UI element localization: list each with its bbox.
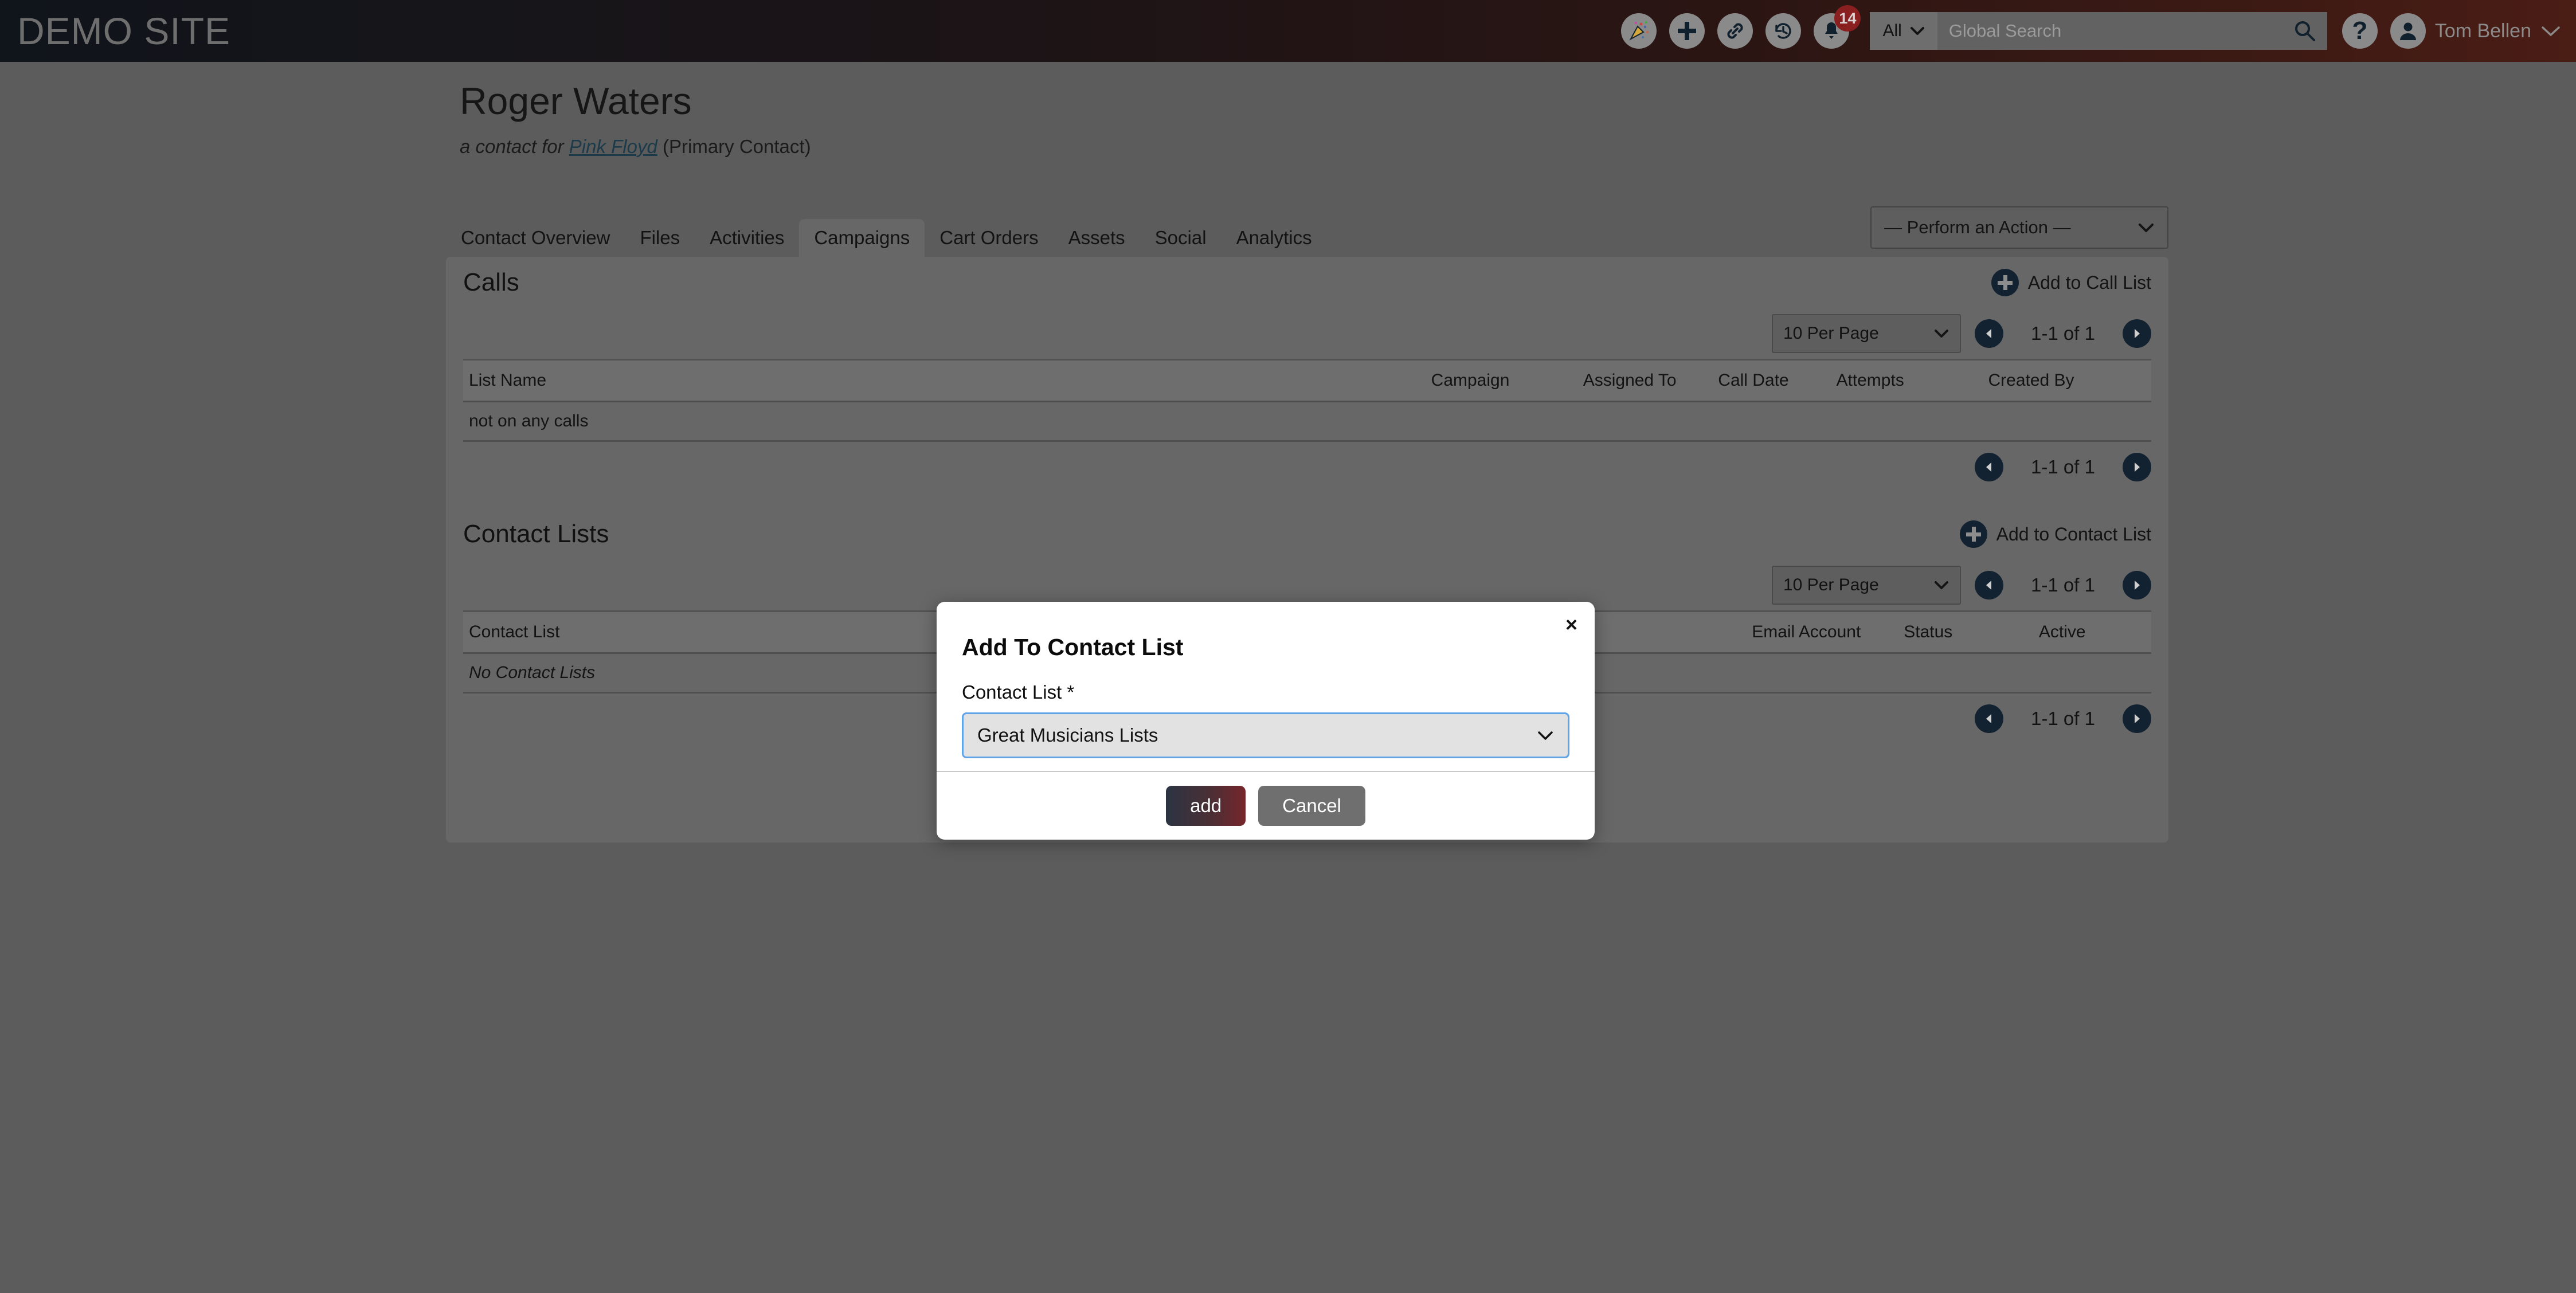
add-button[interactable]: add bbox=[1166, 786, 1246, 826]
tab-campaigns[interactable]: Campaigns bbox=[799, 219, 925, 258]
contact-lists-per-page-select[interactable]: 10 Per Page bbox=[1772, 566, 1961, 605]
avatar[interactable] bbox=[2390, 13, 2426, 49]
calls-table-wrapper: List Name Campaign Assigned To Call Date… bbox=[446, 359, 2168, 442]
contact-lists-page-range-top: 1-1 of 1 bbox=[2031, 574, 2095, 595]
tab-assets[interactable]: Assets bbox=[1054, 219, 1140, 258]
add-to-contact-list-dialog: × Add To Contact List Contact List * Gre… bbox=[937, 602, 1595, 840]
top-header-bar: DEMO SITE 14 All Global Search ? Tom Bel… bbox=[0, 0, 2576, 62]
calls-next-page-button[interactable] bbox=[2123, 319, 2151, 348]
tab-files[interactable]: Files bbox=[625, 219, 695, 258]
chevron-down-icon bbox=[1538, 731, 1553, 740]
col-attempts[interactable]: Attempts bbox=[1830, 359, 1983, 402]
tab-social[interactable]: Social bbox=[1140, 219, 1222, 258]
user-name-label: Tom Bellen bbox=[2434, 19, 2531, 42]
perform-action-select[interactable]: — Perform an Action — bbox=[1870, 206, 2168, 249]
chevron-down-icon bbox=[1935, 330, 1948, 338]
tab-activities[interactable]: Activities bbox=[695, 219, 799, 258]
tab-cart-orders[interactable]: Cart Orders bbox=[925, 219, 1053, 258]
contact-lists-prev-page-button[interactable] bbox=[1975, 571, 2003, 600]
calls-table: List Name Campaign Assigned To Call Date… bbox=[463, 359, 2151, 442]
calls-title: Calls bbox=[463, 268, 519, 296]
tab-navigation: Contact Overview Files Activities Campai… bbox=[446, 206, 2168, 258]
plus-circle-icon bbox=[1991, 269, 2019, 296]
col-email-account[interactable]: Email Account bbox=[1746, 610, 1898, 654]
contact-lists-title: Contact Lists bbox=[463, 520, 609, 548]
calls-prev-page-button-bottom[interactable] bbox=[1975, 453, 2003, 481]
calls-pager-top: 10 Per Page 1-1 of 1 bbox=[446, 308, 2168, 359]
page-subtitle: a contact for Pink Floyd (Primary Contac… bbox=[460, 136, 811, 158]
calls-page-range-top: 1-1 of 1 bbox=[2031, 323, 2095, 344]
dialog-body: Contact List * Great Musicians Lists bbox=[937, 661, 1595, 758]
search-scope-selector[interactable]: All bbox=[1870, 12, 1937, 50]
calls-next-page-button-bottom[interactable] bbox=[2123, 453, 2151, 481]
plus-icon[interactable] bbox=[1669, 13, 1705, 49]
tab-analytics[interactable]: Analytics bbox=[1222, 219, 1327, 258]
calls-pager-bottom: 1-1 of 1 bbox=[446, 442, 2168, 492]
global-search: All Global Search bbox=[1870, 12, 2327, 50]
chevron-down-icon bbox=[1910, 27, 1924, 35]
calls-page-range-bottom: 1-1 of 1 bbox=[2031, 456, 2095, 477]
calls-per-page-value: 10 Per Page bbox=[1783, 324, 1879, 343]
calls-prev-page-button[interactable] bbox=[1975, 319, 2003, 348]
contact-lists-prev-page-button-bottom[interactable] bbox=[1975, 704, 2003, 733]
subtitle-suffix: (Primary Contact) bbox=[663, 135, 811, 157]
col-call-date[interactable]: Call Date bbox=[1712, 359, 1831, 402]
tab-contact-overview[interactable]: Contact Overview bbox=[446, 219, 625, 258]
link-icon[interactable] bbox=[1717, 13, 1753, 49]
table-row: not on any calls bbox=[463, 401, 2151, 442]
calls-header-row: List Name Campaign Assigned To Call Date… bbox=[463, 359, 2151, 402]
add-to-contact-list-label: Add to Contact List bbox=[1996, 523, 2151, 544]
add-to-call-list-button[interactable]: Add to Call List bbox=[1991, 269, 2151, 296]
close-icon[interactable]: × bbox=[1565, 614, 1577, 635]
search-icon[interactable] bbox=[2293, 19, 2317, 43]
contact-lists-section-header: Contact Lists Add to Contact List bbox=[446, 508, 2168, 560]
bell-icon[interactable]: 14 bbox=[1814, 5, 1861, 49]
page-header: Roger Waters a contact for Pink Floyd (P… bbox=[460, 80, 811, 158]
dialog-title: Add To Contact List bbox=[962, 634, 1184, 660]
contact-list-select-value: Great Musicians Lists bbox=[977, 724, 1158, 746]
user-menu[interactable]: Tom Bellen bbox=[2390, 13, 2561, 49]
contact-list-field-label: Contact List * bbox=[962, 681, 1075, 703]
search-scope-label: All bbox=[1882, 21, 1902, 40]
col-list-name[interactable]: List Name bbox=[463, 359, 1426, 402]
brand-logo[interactable]: DEMO SITE bbox=[17, 9, 230, 53]
col-campaign[interactable]: Campaign bbox=[1425, 359, 1577, 402]
subtitle-prefix: a contact for bbox=[460, 135, 564, 157]
col-assigned-to[interactable]: Assigned To bbox=[1577, 359, 1713, 402]
col-status[interactable]: Status bbox=[1898, 610, 2033, 654]
contact-lists-next-page-button-bottom[interactable] bbox=[2123, 704, 2151, 733]
help-glyph: ? bbox=[2352, 17, 2368, 45]
calls-table-head: List Name Campaign Assigned To Call Date… bbox=[463, 359, 2151, 402]
chevron-down-icon bbox=[2139, 224, 2154, 232]
history-icon[interactable] bbox=[1765, 13, 1802, 49]
contact-lists-page-range-bottom: 1-1 of 1 bbox=[2031, 708, 2095, 729]
calls-section-header: Calls Add to Call List bbox=[446, 257, 2168, 308]
perform-action-value: — Perform an Action — bbox=[1884, 217, 2071, 237]
add-to-call-list-label: Add to Call List bbox=[2027, 272, 2151, 293]
calls-empty-message: not on any calls bbox=[463, 401, 2151, 442]
calls-table-body: not on any calls bbox=[463, 401, 2151, 442]
chevron-down-icon bbox=[1935, 581, 1948, 589]
help-icon[interactable]: ? bbox=[2342, 13, 2378, 49]
notification-badge: 14 bbox=[1834, 5, 1861, 32]
search-input[interactable]: Global Search bbox=[1937, 12, 2327, 50]
chevron-down-icon[interactable] bbox=[2540, 25, 2561, 37]
cancel-button[interactable]: Cancel bbox=[1258, 786, 1365, 826]
col-created-by[interactable]: Created By bbox=[1982, 359, 2151, 402]
page-title: Roger Waters bbox=[460, 80, 692, 122]
search-placeholder: Global Search bbox=[1948, 21, 2062, 41]
contact-lists-per-page-value: 10 Per Page bbox=[1783, 575, 1879, 594]
col-active[interactable]: Active bbox=[2033, 610, 2151, 654]
add-to-contact-list-button[interactable]: Add to Contact List bbox=[1959, 520, 2151, 548]
calls-per-page-select[interactable]: 10 Per Page bbox=[1772, 314, 1961, 353]
header-actions: 14 All Global Search ? Tom Bellen bbox=[1621, 5, 2576, 50]
contact-lists-next-page-button[interactable] bbox=[2123, 571, 2151, 600]
parent-account-link[interactable]: Pink Floyd bbox=[569, 136, 657, 157]
party-popper-icon[interactable] bbox=[1621, 13, 1657, 49]
plus-circle-icon bbox=[1959, 520, 1987, 548]
contact-list-select[interactable]: Great Musicians Lists bbox=[962, 712, 1569, 758]
dialog-footer: add Cancel bbox=[937, 771, 1595, 840]
